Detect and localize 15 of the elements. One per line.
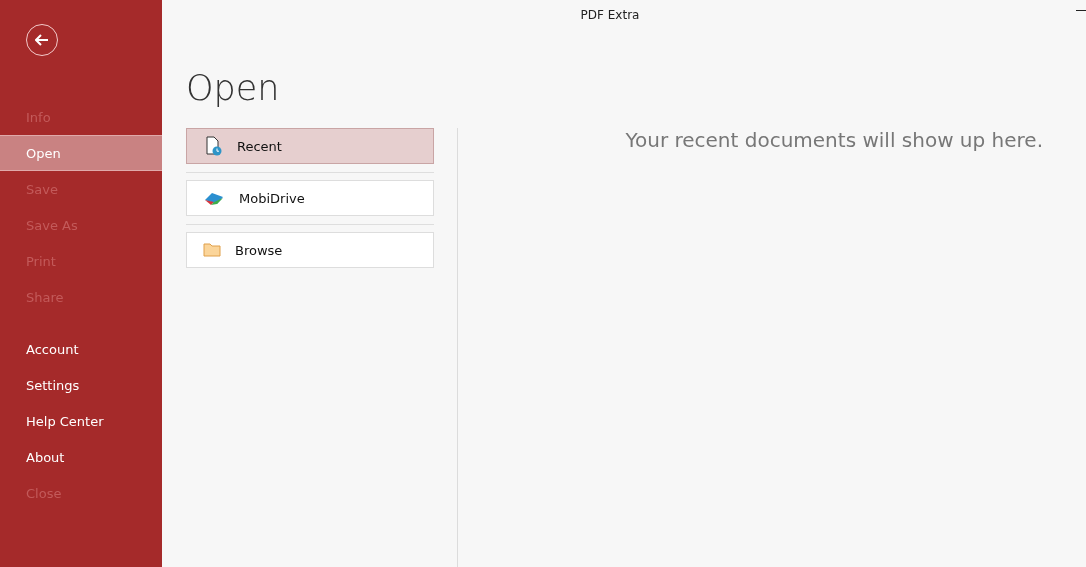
folder-icon	[203, 243, 221, 257]
minimize-icon[interactable]	[1076, 10, 1086, 12]
window-title: PDF Extra	[579, 7, 641, 22]
location-button[interactable]: Browse	[186, 232, 434, 268]
sidebar-item[interactable]: Help Center	[0, 403, 162, 439]
location-button[interactable]: MobiDrive	[186, 180, 434, 216]
empty-message: Your recent documents will show up here.	[625, 128, 1043, 154]
location-button[interactable]: Recent	[186, 128, 434, 164]
cloud-drive-icon	[203, 190, 225, 206]
sidebar-item[interactable]: Settings	[0, 367, 162, 403]
page-heading: Open	[186, 68, 281, 108]
document-clock-icon	[203, 136, 223, 156]
back-arrow-icon	[35, 34, 49, 46]
sidebar-item[interactable]: Account	[0, 331, 162, 367]
sidebar-item[interactable]: About	[0, 439, 162, 475]
